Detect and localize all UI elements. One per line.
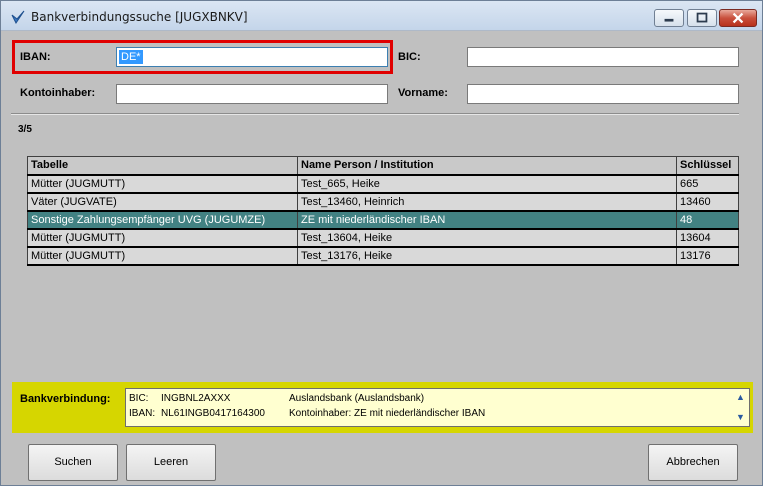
cell-tabelle: Väter (JUGVATE) — [27, 192, 298, 212]
minimize-icon — [664, 18, 674, 22]
bank-bic-line: BIC: INGBNL2AXXX Auslandsbank (Auslandsban… — [129, 393, 424, 404]
title-bar[interactable]: Bankverbindungssuche [JUGXBNKV] — [1, 1, 762, 31]
bank-scrollbar[interactable]: ▲ ▼ — [732, 389, 749, 426]
iban-input[interactable]: DE* — [116, 47, 388, 67]
bank-connection-textbox[interactable]: BIC: INGBNL2AXXX Auslandsbank (Auslandsban… — [125, 388, 750, 427]
bank-iban-line: IBAN: NL61INGB0417164300 Kontoinhaber: ZE … — [129, 408, 485, 419]
maximize-button[interactable] — [687, 9, 717, 27]
table-row[interactable]: Mütter (JUGMUTT) Test_13176, Heike 13176 — [27, 246, 739, 266]
bank-name: Auslandsbank (Auslandsbank) — [289, 393, 425, 404]
cell-tabelle: Mütter (JUGMUTT) — [27, 174, 298, 194]
window-title: Bankverbindungssuche [JUGXBNKV] — [31, 10, 248, 24]
table-row[interactable]: Mütter (JUGMUTT) Test_665, Heike 665 — [27, 174, 739, 194]
bank-iban-key: IBAN: — [129, 408, 156, 419]
bank-bic-value: INGBNL2AXXX — [161, 393, 231, 404]
kontoinhaber-label: Kontoinhaber: — [20, 87, 96, 99]
cell-schluessel: 13604 — [676, 228, 739, 248]
close-icon — [732, 12, 744, 24]
vorname-label: Vorname: — [398, 87, 448, 99]
column-header-schluessel[interactable]: Schlüssel — [676, 156, 739, 176]
cell-name: Test_13460, Heinrich — [297, 192, 677, 212]
suchen-button[interactable]: Suchen — [28, 444, 118, 481]
cell-schluessel: 48 — [676, 210, 739, 230]
column-header-name[interactable]: Name Person / Institution — [297, 156, 677, 176]
cell-tabelle: Mütter (JUGMUTT) — [27, 228, 298, 248]
iban-label: IBAN: — [20, 51, 51, 63]
leeren-button[interactable]: Leeren — [126, 444, 216, 481]
table-header-row: Tabelle Name Person / Institution Schlüs… — [27, 156, 739, 176]
scroll-down-icon[interactable]: ▼ — [736, 413, 745, 422]
cell-name: ZE mit niederländischer IBAN — [297, 210, 677, 230]
table-row[interactable]: Mütter (JUGMUTT) Test_13604, Heike 13604 — [27, 228, 739, 248]
cell-name: Test_13604, Heike — [297, 228, 677, 248]
cell-name: Test_665, Heike — [297, 174, 677, 194]
table-row-selected[interactable]: Sonstige Zahlungsempfänger UVG (JUGUMZE)… — [27, 210, 739, 230]
column-header-tabelle[interactable]: Tabelle — [27, 156, 298, 176]
iban-input-value: DE* — [118, 49, 144, 65]
form-separator — [11, 113, 739, 115]
bic-input[interactable] — [467, 47, 739, 67]
cell-schluessel: 665 — [676, 174, 739, 194]
close-button[interactable] — [719, 9, 757, 27]
minimize-button[interactable] — [654, 9, 684, 27]
bank-connection-panel: Bankverbindung: BIC: INGBNL2AXXX Auslandsb… — [12, 382, 753, 433]
bank-holder: Kontoinhaber: ZE mit niederländischer IB… — [289, 408, 486, 419]
vorname-input[interactable] — [467, 84, 739, 104]
cell-schluessel: 13176 — [676, 246, 739, 266]
app-checkmark-icon — [11, 10, 25, 24]
maximize-icon — [696, 12, 708, 23]
table-row[interactable]: Väter (JUGVATE) Test_13460, Heinrich 134… — [27, 192, 739, 212]
abbrechen-button[interactable]: Abbrechen — [648, 444, 738, 481]
cell-name: Test_13176, Heike — [297, 246, 677, 266]
scroll-up-icon[interactable]: ▲ — [736, 393, 745, 402]
cell-tabelle: Sonstige Zahlungsempfänger UVG (JUGUMZE) — [27, 210, 298, 230]
bank-bic-key: BIC: — [129, 393, 149, 404]
result-counter: 3/5 — [18, 124, 32, 135]
results-table[interactable]: Tabelle Name Person / Institution Schlüs… — [27, 156, 739, 266]
cell-tabelle: Mütter (JUGMUTT) — [27, 246, 298, 266]
cell-schluessel: 13460 — [676, 192, 739, 212]
bic-label: BIC: — [398, 51, 421, 63]
bank-connection-label: Bankverbindung: — [20, 393, 111, 405]
bank-search-window: Bankverbindungssuche [JUGXBNKV] IBAN: DE… — [0, 0, 763, 486]
bank-iban-value: NL61INGB0417164300 — [161, 408, 265, 419]
kontoinhaber-input[interactable] — [116, 84, 388, 104]
